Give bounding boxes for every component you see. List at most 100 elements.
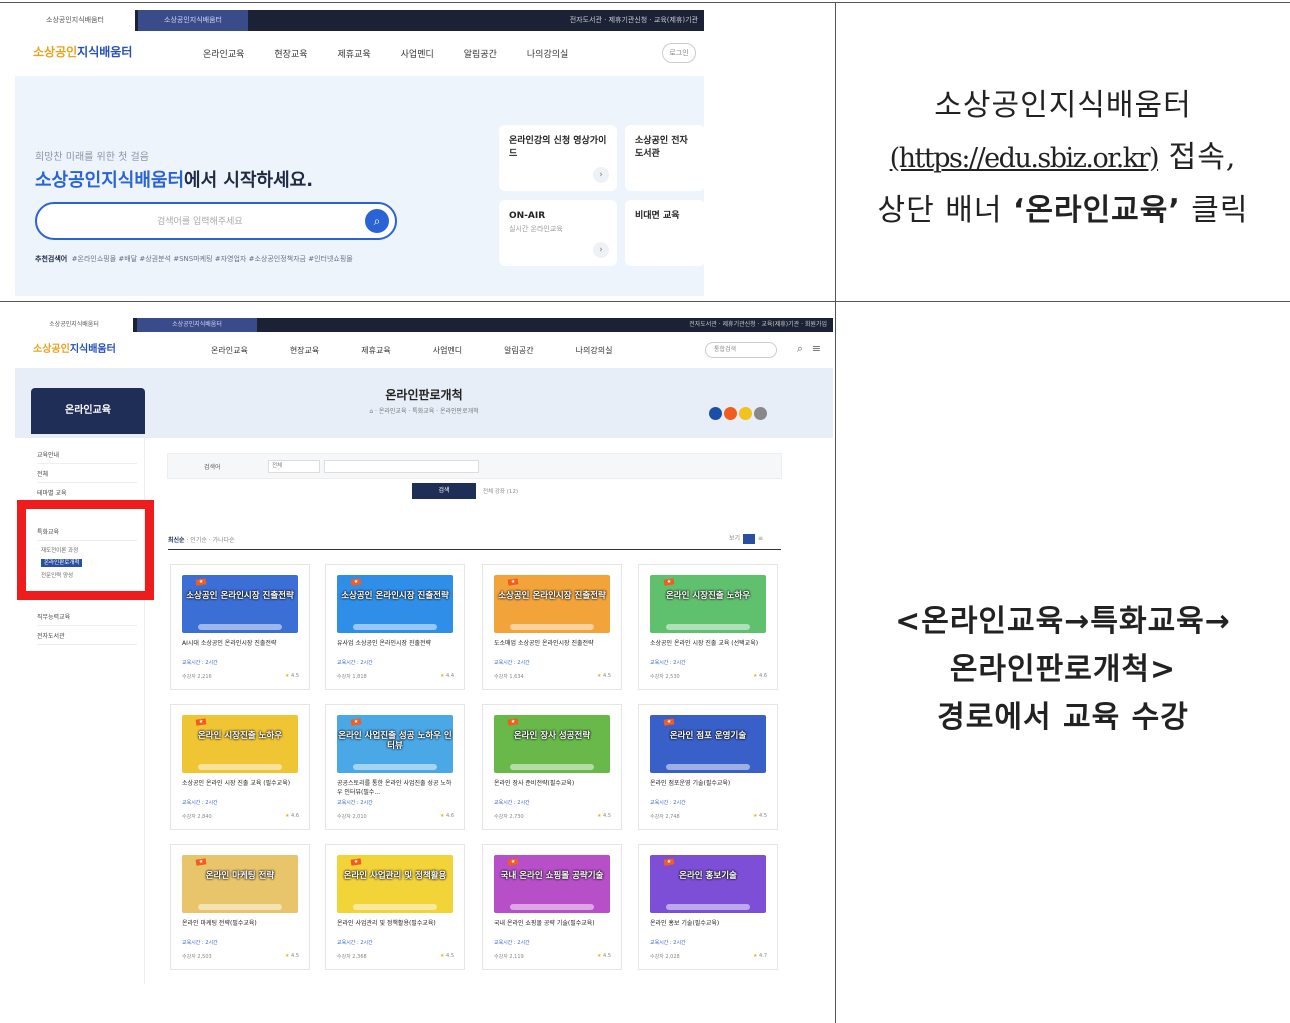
menu-notice[interactable]: 알림공간 — [504, 345, 533, 356]
course-enrollment: 수강자 2,028 — [650, 954, 680, 960]
link-icon[interactable] — [754, 407, 767, 420]
login-button[interactable]: 로그인 — [662, 43, 696, 63]
top-links[interactable]: 전자도서관 · 제휴기관신청 · 교육(제휴)기관 · 회원가입 — [689, 318, 827, 332]
course-card[interactable]: ★ 국내 온라인 쇼핑몰 공략기술 국내 온라인 쇼핑몰 공략 기술(필수교육) 교육… — [482, 844, 622, 970]
course-card[interactable]: ★ 온라인 장사 성공전략 온라인 장사 준비전략(필수교육) 교육시간 : 2시간 수… — [482, 704, 622, 830]
search-filter: 검색어 전체 — [167, 453, 782, 479]
sidebar-item-guide[interactable]: 교육안내 — [37, 450, 137, 464]
star-icon: ★ — [284, 953, 290, 959]
course-meta: 교육시간 : 2시간 — [182, 800, 218, 806]
course-card[interactable]: ★ 온라인 시장진출 노하우소상공인 온라인 시장 진출 교육 (필수교육) 교육시… — [170, 704, 310, 830]
course-card[interactable]: ★ 온라인 마케팅 전략 온라인 마케팅 전략(필수교육) 교육시간 : 2시간 수강자… — [170, 844, 310, 970]
search-icon[interactable]: ⌕ — [797, 342, 803, 356]
tab-latest[interactable]: 최신순 — [168, 537, 185, 544]
sidebar-item-all[interactable]: 전체 — [37, 469, 137, 483]
card-non-face[interactable]: 비대면 교육 — [625, 200, 704, 266]
sidebar-item-library[interactable]: 전자도서관 — [37, 631, 137, 645]
course-card[interactable]: ★ 온라인 점포 운영기술 온라인 점포운영 기술(필수교육) 교육시간 : 2시간 수… — [638, 704, 778, 830]
menu-partner-education[interactable]: 제휴교육 — [338, 47, 371, 60]
top-tab-2[interactable]: 소상공인지식배움터 — [137, 318, 257, 332]
menu-notice[interactable]: 알림공간 — [464, 47, 497, 60]
search-input[interactable]: 검색어를 입력해주세요 ⌕ — [35, 202, 397, 240]
course-title[interactable]: 소상공인 온라인 시장 진출 교육 (필수교육) — [182, 779, 300, 797]
grid-view-icon[interactable] — [743, 533, 756, 544]
hamburger-menu-icon[interactable]: ≡ — [812, 342, 821, 355]
top-tab-2[interactable]: 소상공인지식배움터 — [138, 10, 248, 31]
card-guide[interactable]: 온라인강의 신청 영상가이드 › — [499, 125, 617, 191]
course-title[interactable]: 공공스토리를 통한 온라인 사업진출 성공 노하우 인터뷰(필수... — [337, 779, 455, 797]
course-thumbnail[interactable]: ★ 국내 온라인 쇼핑몰 공략기술 — [494, 855, 610, 913]
card-title: ON-AIR — [509, 211, 546, 221]
course-thumbnail[interactable]: ★ 온라인 시장진출 노하우 — [182, 715, 298, 773]
menu-online-education[interactable]: 온라인교육 — [211, 345, 248, 356]
thumbnail-title: 온라인 마케팅 전략 — [205, 871, 275, 881]
course-title[interactable]: 온라인 점포운영 기술(필수교육) — [650, 779, 768, 797]
course-title[interactable]: 온라인 마케팅 전략(필수교육) — [182, 919, 300, 937]
menu-business-mentoring[interactable]: 사업멘디 — [401, 47, 434, 60]
course-card[interactable]: ★ 소상공인 온라인시장 진출전략 유사업 소상공인 온라인시장 진출전략 교육시간 … — [325, 564, 465, 690]
course-thumbnail[interactable]: ★ 소상공인 온라인시장 진출전략 — [494, 575, 610, 633]
course-meta: 교육시간 : 2시간 — [650, 940, 686, 946]
top-tab-1[interactable]: 소상공인지식배움터 — [15, 10, 135, 31]
card-library[interactable]: 소상공인 전자도서관 — [625, 125, 704, 191]
facebook-icon[interactable] — [709, 407, 722, 420]
menu-business-mentoring[interactable]: 사업멘디 — [433, 345, 462, 356]
course-card[interactable]: ★ 소상공인 온라인시장 진출전략 도소매업 소상공인 온라인시장 진출전략 교육시간… — [482, 564, 622, 690]
list-view-icon[interactable]: ≡ — [758, 535, 763, 542]
top-tab-1[interactable]: 소상공인지식배움터 — [15, 318, 133, 332]
course-title[interactable]: 소상공인 온라인 시장 진출 교육 (선택교육) — [650, 639, 768, 657]
search-icon[interactable]: ⌕ — [365, 209, 389, 233]
site-url[interactable]: (https://edu.sbiz.or.kr) — [890, 143, 1160, 174]
top-links[interactable]: 전자도서관 · 제휴기관신청 · 교육(제휴)기관 — [570, 10, 698, 31]
click-text: 클릭 — [1180, 193, 1249, 228]
course-thumbnail[interactable]: ★ 온라인 사업관리 및 정책활용 — [337, 855, 453, 913]
thumbnail-badge: ★ — [507, 578, 519, 586]
filter-input[interactable] — [324, 460, 479, 473]
menu-my-classroom[interactable]: 나의강의실 — [527, 47, 568, 60]
blog-icon[interactable] — [724, 407, 737, 420]
menu-field-education[interactable]: 현장교육 — [290, 345, 319, 356]
search-button[interactable]: 검색 — [412, 483, 476, 499]
course-thumbnail[interactable]: ★ 온라인 점포 운영기술 — [650, 715, 766, 773]
tags-list[interactable]: #온라인쇼핑몰 #배달 #상권분석 #SNS마케팅 #자영업자 #소상공인정책자… — [72, 255, 353, 263]
menu-online-education[interactable]: 온라인교육 — [203, 47, 244, 60]
course-title[interactable]: 온라인 사업관리 및 정책활용(필수교육) — [337, 919, 455, 937]
menu: 온라인교육 현장교육 제휴교육 사업멘디 알림공간 나의강의실 — [211, 332, 612, 368]
site-logo[interactable]: 소상공인지식배움터 — [33, 43, 132, 60]
filter-select[interactable]: 전체 — [268, 460, 320, 473]
path-line-1: <온라인교육→특화교육→ — [895, 604, 1231, 639]
tab-popular[interactable]: 인기순 — [190, 537, 207, 544]
course-thumbnail[interactable]: ★ 온라인 시장진출 노하우 — [650, 575, 766, 633]
course-thumbnail[interactable]: ★ 소상공인 온라인시장 진출전략 — [337, 575, 453, 633]
site-logo[interactable]: 소상공인지식배움터 — [33, 340, 116, 355]
table-border-top — [0, 2, 1290, 3]
kakao-icon[interactable] — [739, 407, 752, 420]
course-thumbnail[interactable]: ★ 온라인 장사 성공전략 — [494, 715, 610, 773]
menu-partner-education[interactable]: 제휴교육 — [361, 345, 390, 356]
tab-alphabetical[interactable]: 가나다순 — [213, 537, 235, 544]
course-card[interactable]: ★ 소상공인 온라인시장 진출전략 AI시대 소상공인 온라인시장 진출전략 교육시간… — [170, 564, 310, 690]
course-thumbnail[interactable]: ★ 온라인 마케팅 전략 — [182, 855, 298, 913]
course-card[interactable]: ★ 온라인 사업관리 및 정책활용 온라인 사업관리 및 정책활용(필수교육) 교육시… — [325, 844, 465, 970]
star-icon: ★ — [596, 673, 602, 679]
menu-my-classroom[interactable]: 나의강의실 — [576, 345, 613, 356]
course-title[interactable]: 온라인 장사 준비전략(필수교육) — [494, 779, 612, 797]
course-title[interactable]: 유사업 소상공인 온라인시장 진출전략 — [337, 639, 455, 657]
course-rating: ★ 4.5 — [440, 953, 454, 959]
course-thumbnail[interactable]: ★ 온라인 홍보기술 — [650, 855, 766, 913]
course-thumbnail[interactable]: ★ 소상공인 온라인시장 진출전략 — [182, 575, 298, 633]
menu-field-education[interactable]: 현장교육 — [274, 47, 307, 60]
course-card[interactable]: ★ 온라인 사업진출 성공 노하우 인터뷰공공스토리를 통한 온라인 사업진출 성… — [325, 704, 465, 830]
course-card[interactable]: ★ 온라인 시장진출 노하우 소상공인 온라인 시장 진출 교육 (선택교육) 교육시… — [638, 564, 778, 690]
course-card[interactable]: ★ 온라인 홍보기술온라인 홍보 기술(필수교육) 교육시간 : 2시간수강자 2,… — [638, 844, 778, 970]
course-title[interactable]: AI시대 소상공인 온라인시장 진출전략 — [182, 639, 300, 657]
star-icon: ★ — [284, 673, 290, 679]
course-title[interactable]: 국내 온라인 쇼핑몰 공략 기술(필수교육) — [494, 919, 612, 937]
card-on-air[interactable]: ON-AIR 실시간 온라인교육 › — [499, 200, 617, 266]
course-thumbnail[interactable]: ★ 온라인 사업진출 성공 노하우 인터뷰 — [337, 715, 453, 773]
sidebar-item-job[interactable]: 직무능력교육 — [37, 612, 137, 626]
course-title[interactable]: 온라인 홍보 기술(필수교육) — [650, 919, 768, 937]
course-title[interactable]: 도소매업 소상공인 온라인시장 진출전략 — [494, 639, 612, 657]
banner-text: 상단 배너 — [877, 193, 1013, 228]
nav-search-input[interactable]: 통합검색 — [705, 342, 777, 358]
